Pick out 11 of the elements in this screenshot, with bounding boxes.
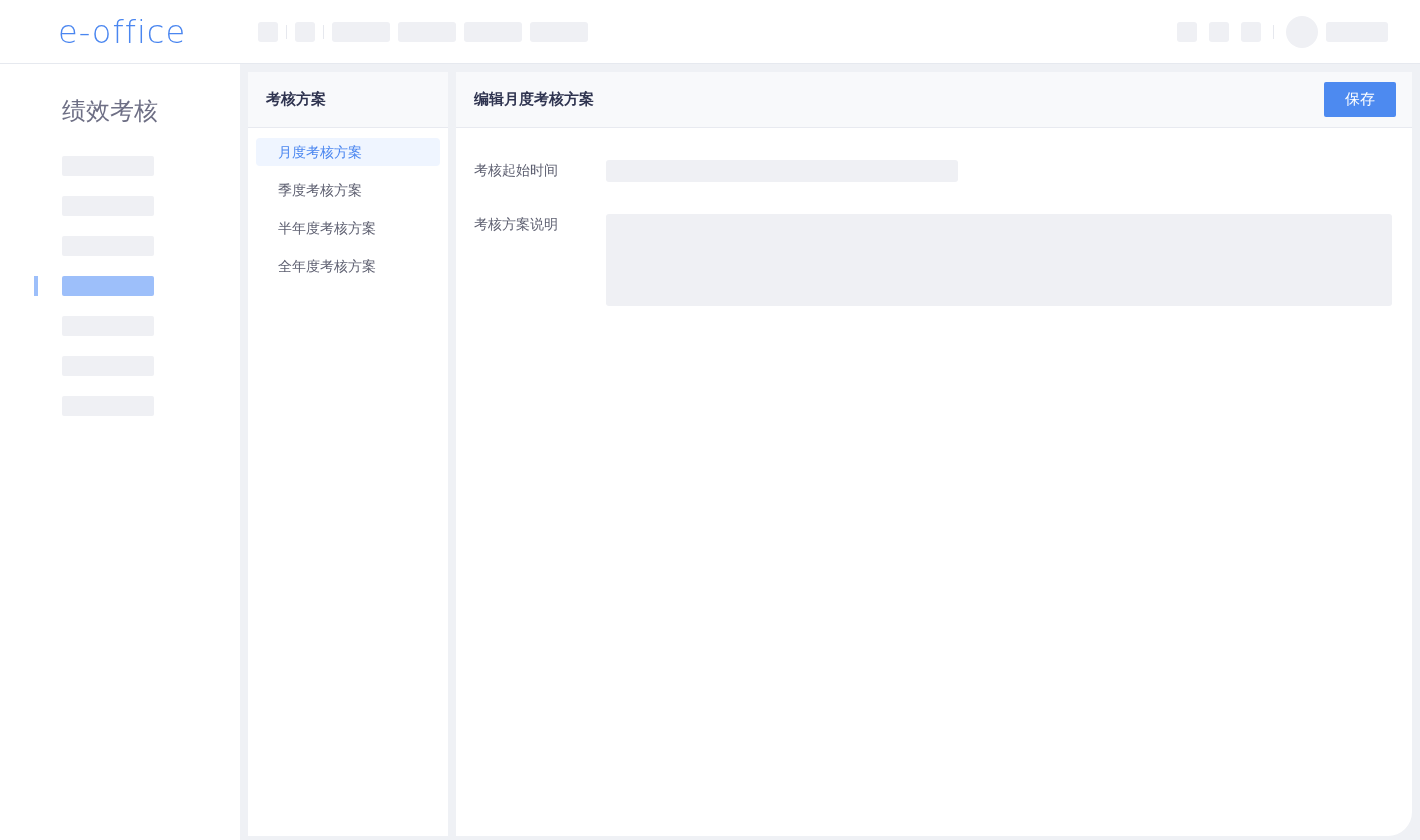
active-indicator <box>34 276 38 296</box>
panel-title: 考核方案 <box>266 90 326 109</box>
plan-item[interactable]: 全年度考核方案 <box>256 252 440 280</box>
panel-title: 编辑月度考核方案 <box>474 90 594 109</box>
sidebar-item[interactable] <box>62 276 154 296</box>
field-label: 考核方案说明 <box>474 215 559 234</box>
plan-item[interactable]: 半年度考核方案 <box>256 214 440 242</box>
logo: e-office <box>57 12 188 51</box>
plan-item[interactable]: 季度考核方案 <box>256 176 440 204</box>
sidebar-title: 绩效考核 <box>61 96 159 127</box>
field-label: 考核起始时间 <box>474 161 559 180</box>
